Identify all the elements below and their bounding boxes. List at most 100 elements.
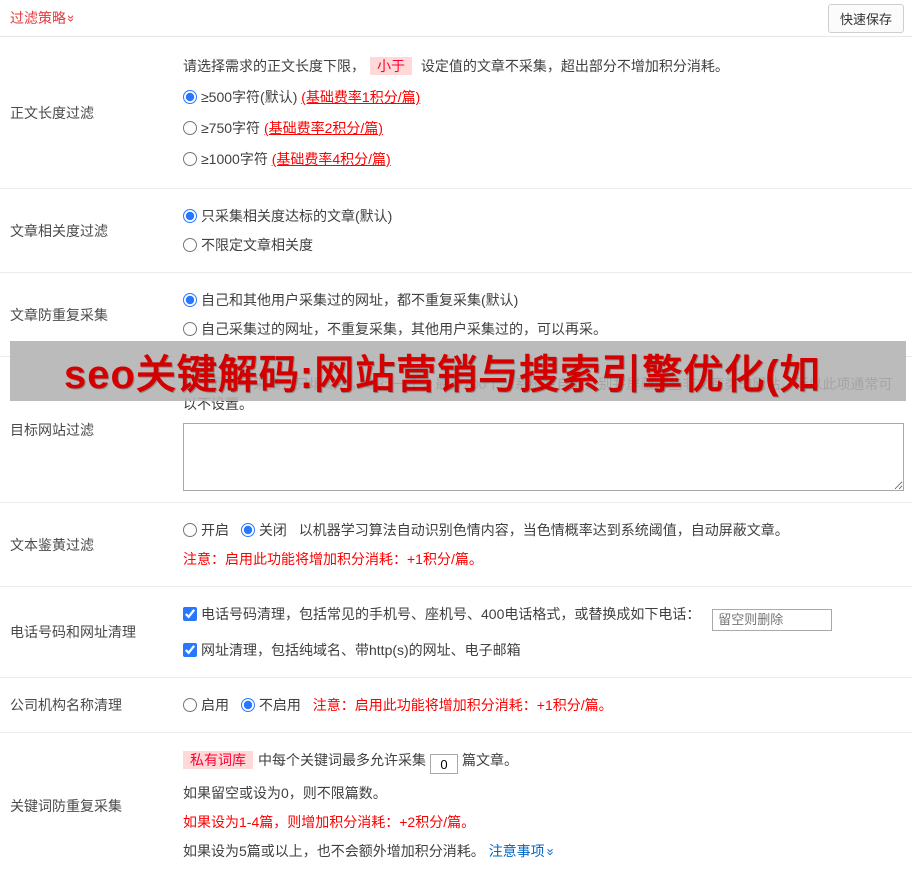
porn-filter-on-radio[interactable] [183, 523, 197, 537]
less-than-badge: 小于 [370, 57, 412, 75]
chevron-down-icon: » [540, 848, 560, 855]
blocked-sites-textarea[interactable] [183, 423, 904, 491]
length-option-500[interactable]: ≥500字符(默认) (基础费率1积分/篇) [183, 89, 420, 105]
keyword-note-cost: 如果设为1-4篇，则增加积分消耗：+2积分/篇。 [183, 812, 904, 832]
company-cleanup-cost-note: 注意：启用此功能将增加积分消耗：+1积分/篇。 [313, 697, 613, 713]
length-option-1000-radio[interactable] [183, 152, 197, 166]
company-cleanup-options-row: 启用 不启用 注意：启用此功能将增加积分消耗：+1积分/篇。 [183, 695, 904, 715]
relevance-option-any-radio[interactable] [183, 238, 197, 252]
row-content: 只采集相关度达标的文章(默认) 不限定文章相关度 [175, 189, 912, 272]
top-bar: 过滤策略» 快速保存 [0, 0, 912, 37]
row-label: 文章相关度过滤 [0, 189, 175, 272]
row-keyword-dedup: 关键词防重复采集 私有词库中每个关键词最多允许采集 篇文章。 如果留空或设为0，则… [0, 733, 912, 879]
row-label: 关键词防重复采集 [0, 733, 175, 879]
porn-filter-options-row: 开启 关闭 以机器学习算法自动识别色情内容，当色情概率达到系统阈值，自动屏蔽文章… [183, 520, 904, 540]
watermark-text: seo关键解码:网站营销与搜索引擎优化(如 [64, 342, 821, 400]
page-title[interactable]: 过滤策略» [10, 8, 75, 28]
watermark-overlay: seo关键解码:网站营销与搜索引擎优化(如 [10, 341, 906, 401]
url-cleanup-row: 网址清理，包括纯域名、带http(s)的网址、电子邮箱 [183, 640, 904, 660]
phone-cleanup-option[interactable]: 电话号码清理，包括常见的手机号、座机号、400电话格式，或替换成如下电话： [183, 606, 704, 622]
keyword-limit-row: 私有词库中每个关键词最多允许采集 篇文章。 [183, 750, 904, 775]
intro-text-after: 设定值的文章不采集，超出部分不增加积分消耗。 [417, 58, 729, 74]
company-cleanup-on-radio[interactable] [183, 698, 197, 712]
porn-filter-off-radio[interactable] [241, 523, 255, 537]
length-option-500-row: ≥500字符(默认) (基础费率1积分/篇) [183, 87, 904, 107]
porn-filter-cost-note: 注意：启用此功能将增加积分消耗：+1积分/篇。 [183, 549, 904, 569]
dedup-option-global-radio[interactable] [183, 293, 197, 307]
relevance-option-2-row: 不限定文章相关度 [183, 235, 904, 255]
porn-filter-desc: 以机器学习算法自动识别色情内容，当色情概率达到系统阈值，自动屏蔽文章。 [299, 522, 789, 538]
notes-link-text: 注意事项 [489, 843, 545, 859]
url-cleanup-checkbox[interactable] [183, 643, 197, 657]
length-option-1000[interactable]: ≥1000字符 (基础费率4积分/篇) [183, 151, 391, 167]
dedup-option-global[interactable]: 自己和其他用户采集过的网址，都不重复采集(默认) [183, 292, 518, 308]
length-filter-intro: 请选择需求的正文长度下限， 小于 设定值的文章不采集，超出部分不增加积分消耗。 [183, 56, 904, 76]
option-label: 不启用 [259, 697, 301, 713]
company-cleanup-on-option[interactable]: 启用 [183, 697, 233, 713]
row-relevance-filter: 文章相关度过滤 只采集相关度达标的文章(默认) 不限定文章相关度 [0, 189, 912, 273]
row-label: 正文长度过滤 [0, 37, 175, 188]
keyword-note-five-plus: 如果设为5篇或以上，也不会额外增加积分消耗。 [183, 843, 489, 859]
notes-link[interactable]: 注意事项» [489, 843, 554, 859]
length-option-750-row: ≥750字符 (基础费率2积分/篇) [183, 118, 904, 138]
private-lexicon-badge: 私有词库 [183, 751, 253, 769]
dedup-option-self-only[interactable]: 自己采集过的网址，不重复采集，其他用户采集过的，可以再采。 [183, 321, 607, 337]
company-cleanup-off-radio[interactable] [241, 698, 255, 712]
url-cleanup-option[interactable]: 网址清理，包括纯域名、带http(s)的网址、电子邮箱 [183, 642, 521, 658]
keyword-note-unlimited: 如果留空或设为0，则不限篇数。 [183, 783, 904, 803]
keyword-limit-input[interactable] [430, 754, 458, 774]
option-label: 网址清理，包括纯域名、带http(s)的网址、电子邮箱 [201, 642, 521, 658]
relevance-option-strict[interactable]: 只采集相关度达标的文章(默认) [183, 208, 392, 224]
option-label: ≥1000字符 [201, 151, 272, 167]
row-content: 请选择需求的正文长度下限， 小于 设定值的文章不采集，超出部分不增加积分消耗。 ≥… [175, 37, 912, 188]
row-length-filter: 正文长度过滤 请选择需求的正文长度下限， 小于 设定值的文章不采集，超出部分不增加… [0, 37, 912, 189]
option-fee-note: (基础费率2积分/篇) [264, 120, 383, 136]
phone-cleanup-row: 电话号码清理，包括常见的手机号、座机号、400电话格式，或替换成如下电话： [183, 604, 904, 631]
replacement-phone-input[interactable] [712, 609, 832, 631]
row-label: 电话号码和网址清理 [0, 587, 175, 677]
relevance-option-strict-radio[interactable] [183, 209, 197, 223]
keyword-limit-text: 中每个关键词最多允许采集 [258, 752, 426, 768]
row-label: 文本鉴黄过滤 [0, 503, 175, 586]
option-label: ≥500字符(默认) [201, 89, 301, 105]
option-label: 开启 [201, 522, 229, 538]
phone-cleanup-checkbox[interactable] [183, 607, 197, 621]
option-label: 自己和其他用户采集过的网址，都不重复采集(默认) [201, 292, 518, 308]
row-content: 开启 关闭 以机器学习算法自动识别色情内容，当色情概率达到系统阈值，自动屏蔽文章… [175, 503, 912, 586]
row-porn-filter: 文本鉴黄过滤 开启 关闭 以机器学习算法自动识别色情内容，当色情概率达到系统阈值… [0, 503, 912, 587]
option-fee-note: (基础费率1积分/篇) [301, 89, 420, 105]
row-content: 启用 不启用 注意：启用此功能将增加积分消耗：+1积分/篇。 [175, 678, 912, 732]
filter-strategy-page: 过滤策略» 快速保存 正文长度过滤 请选择需求的正文长度下限， 小于 设定值的文章… [0, 0, 912, 768]
dedup-option-1-row: 自己和其他用户采集过的网址，都不重复采集(默认) [183, 290, 904, 310]
dedup-option-self-only-radio[interactable] [183, 322, 197, 336]
keyword-note-five-plus-row: 如果设为5篇或以上，也不会额外增加积分消耗。 注意事项» [183, 841, 904, 862]
length-option-750-radio[interactable] [183, 121, 197, 135]
page-title-text: 过滤策略 [10, 10, 66, 26]
option-label: 不限定文章相关度 [201, 237, 313, 253]
dedup-option-2-row: 自己采集过的网址，不重复采集，其他用户采集过的，可以再采。 [183, 319, 904, 339]
row-content: 私有词库中每个关键词最多允许采集 篇文章。 如果留空或设为0，则不限篇数。 如果设… [175, 733, 912, 879]
porn-filter-off-option[interactable]: 关闭 [241, 522, 291, 538]
length-option-1000-row: ≥1000字符 (基础费率4积分/篇) [183, 149, 904, 169]
option-label: 关闭 [259, 522, 287, 538]
row-phone-url-cleanup: 电话号码和网址清理 电话号码清理，包括常见的手机号、座机号、400电话格式，或替… [0, 587, 912, 678]
chevron-down-icon: » [64, 15, 79, 22]
intro-text-before: 请选择需求的正文长度下限， [183, 58, 365, 74]
company-cleanup-off-option[interactable]: 不启用 [241, 697, 305, 713]
length-option-750[interactable]: ≥750字符 (基础费率2积分/篇) [183, 120, 383, 136]
option-label: ≥750字符 [201, 120, 264, 136]
option-label: 启用 [201, 697, 229, 713]
length-option-500-radio[interactable] [183, 90, 197, 104]
porn-filter-on-option[interactable]: 开启 [183, 522, 233, 538]
row-company-name-cleanup: 公司机构名称清理 启用 不启用 注意：启用此功能将增加积分消耗：+1积分/篇。 [0, 678, 912, 733]
option-label: 自己采集过的网址，不重复采集，其他用户采集过的，可以再采。 [201, 321, 607, 337]
option-label: 只采集相关度达标的文章(默认) [201, 208, 392, 224]
row-content: 电话号码清理，包括常见的手机号、座机号、400电话格式，或替换成如下电话： 网址… [175, 587, 912, 677]
keyword-limit-text-end: 篇文章。 [462, 752, 518, 768]
row-label: 公司机构名称清理 [0, 678, 175, 732]
relevance-option-any[interactable]: 不限定文章相关度 [183, 237, 313, 253]
option-fee-note: (基础费率4积分/篇) [272, 151, 391, 167]
option-label: 电话号码清理，包括常见的手机号、座机号、400电话格式，或替换成如下电话： [201, 606, 700, 622]
quick-save-button[interactable]: 快速保存 [828, 4, 904, 33]
relevance-option-1-row: 只采集相关度达标的文章(默认) [183, 206, 904, 226]
